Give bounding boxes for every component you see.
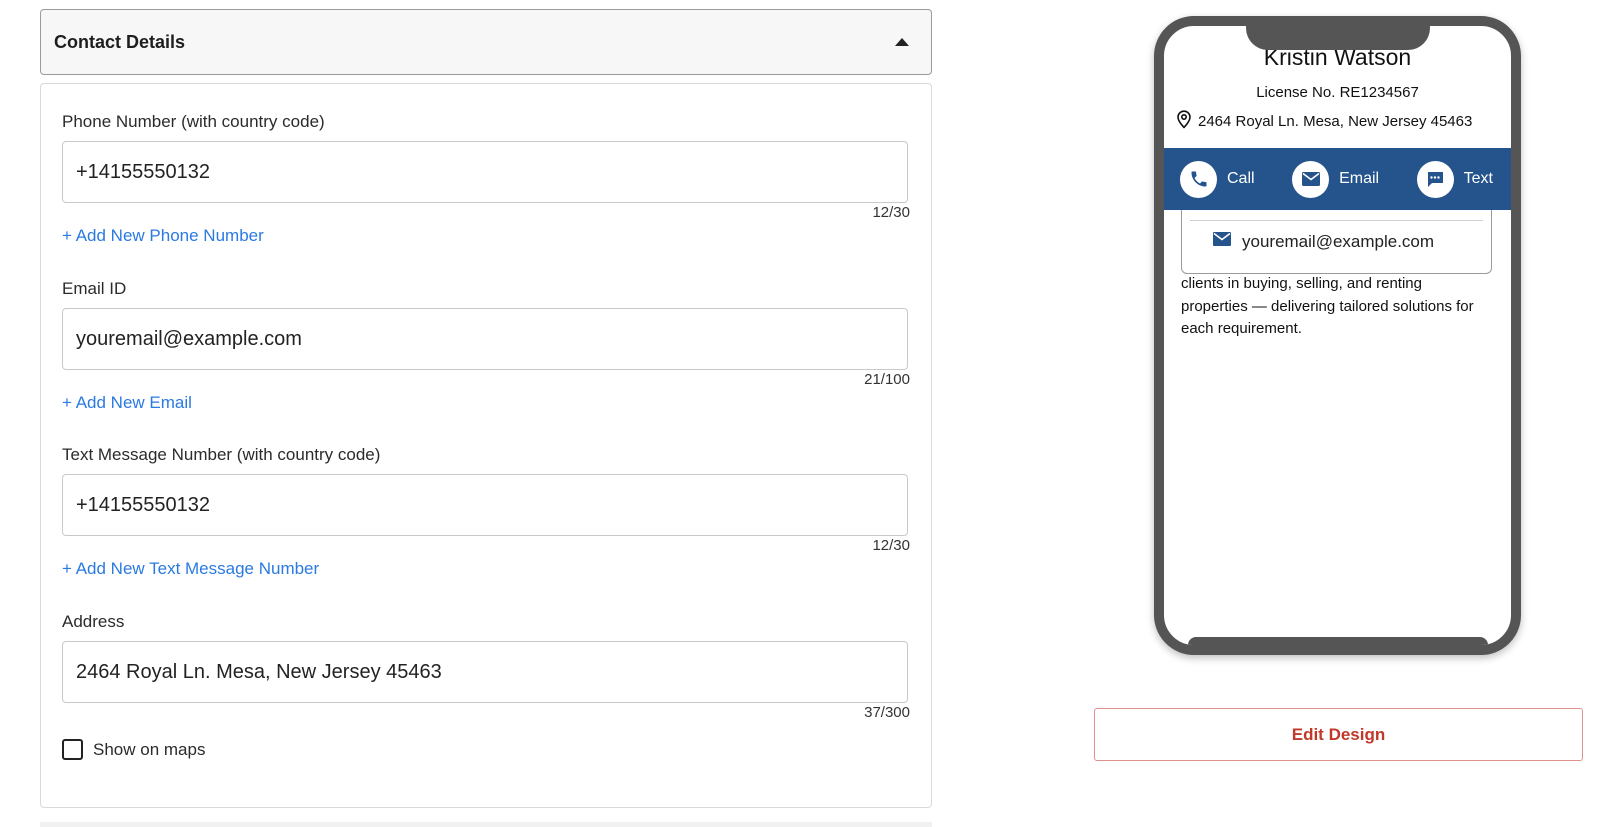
text-message-counter: 12/30	[872, 537, 910, 554]
location-pin-icon	[1176, 110, 1192, 133]
preview-email-button[interactable]: Email	[1292, 160, 1380, 198]
address-input[interactable]	[62, 641, 908, 703]
preview-email-card: youremail@example.com	[1181, 210, 1492, 274]
preview-email-text: youremail@example.com	[1242, 231, 1435, 251]
text-label: Text	[1463, 170, 1493, 187]
contact-details-accordion-header[interactable]: Contact Details	[40, 9, 932, 75]
envelope-icon	[1292, 160, 1330, 198]
envelope-icon	[1212, 231, 1232, 252]
phone-input[interactable]	[62, 141, 908, 203]
preview-description: clients in buying, selling, and renting …	[1181, 275, 1474, 337]
email-counter: 21/100	[864, 371, 910, 388]
email-input[interactable]	[62, 308, 908, 370]
preview-email-row[interactable]: youremail@example.com	[1212, 231, 1434, 252]
chat-bubble-icon	[1416, 160, 1454, 198]
phone-label: Phone Number (with country code)	[62, 112, 325, 131]
show-on-maps-label: Show on maps	[93, 739, 206, 759]
preview-action-bar: Call Email Text	[1164, 148, 1511, 210]
edit-design-button[interactable]: Edit Design	[1094, 708, 1583, 761]
email-label: Email ID	[62, 279, 127, 298]
show-on-maps-row[interactable]: Show on maps	[62, 739, 205, 760]
contact-details-section: Contact Details Phone Number (with count…	[40, 9, 932, 808]
preview-address: 2464 Royal Ln. Mesa, New Jersey 45463	[1176, 110, 1472, 133]
call-label: Call	[1227, 170, 1255, 187]
add-text-message-link[interactable]: + Add New Text Message Number	[62, 559, 319, 579]
address-counter: 37/300	[864, 704, 910, 721]
add-email-link[interactable]: + Add New Email	[62, 393, 192, 413]
phone-home-bar	[1188, 637, 1488, 645]
next-section-edge	[40, 822, 932, 827]
contact-details-form: Phone Number (with country code) 12/30 +…	[40, 83, 932, 808]
address-label: Address	[62, 612, 125, 631]
preview-call-button[interactable]: Call	[1180, 160, 1255, 198]
phone-counter: 12/30	[872, 204, 910, 221]
preview-text-button[interactable]: Text	[1416, 160, 1493, 198]
text-message-input[interactable]	[62, 474, 908, 536]
divider	[1190, 220, 1483, 221]
add-phone-link[interactable]: + Add New Phone Number	[62, 226, 264, 246]
email-label: Email	[1339, 170, 1380, 187]
text-message-label: Text Message Number (with country code)	[62, 445, 381, 464]
chevron-up-icon[interactable]	[895, 38, 909, 46]
preview-license: License No. RE1234567	[1256, 84, 1419, 101]
phone-preview: Kristin Watson License No. RE1234567 246…	[1154, 16, 1521, 655]
show-on-maps-checkbox[interactable]	[62, 739, 83, 760]
section-title: Contact Details	[54, 31, 186, 52]
preview-address-text: 2464 Royal Ln. Mesa, New Jersey 45463	[1198, 113, 1473, 130]
phone-icon	[1180, 160, 1217, 198]
phone-notch	[1246, 26, 1430, 50]
